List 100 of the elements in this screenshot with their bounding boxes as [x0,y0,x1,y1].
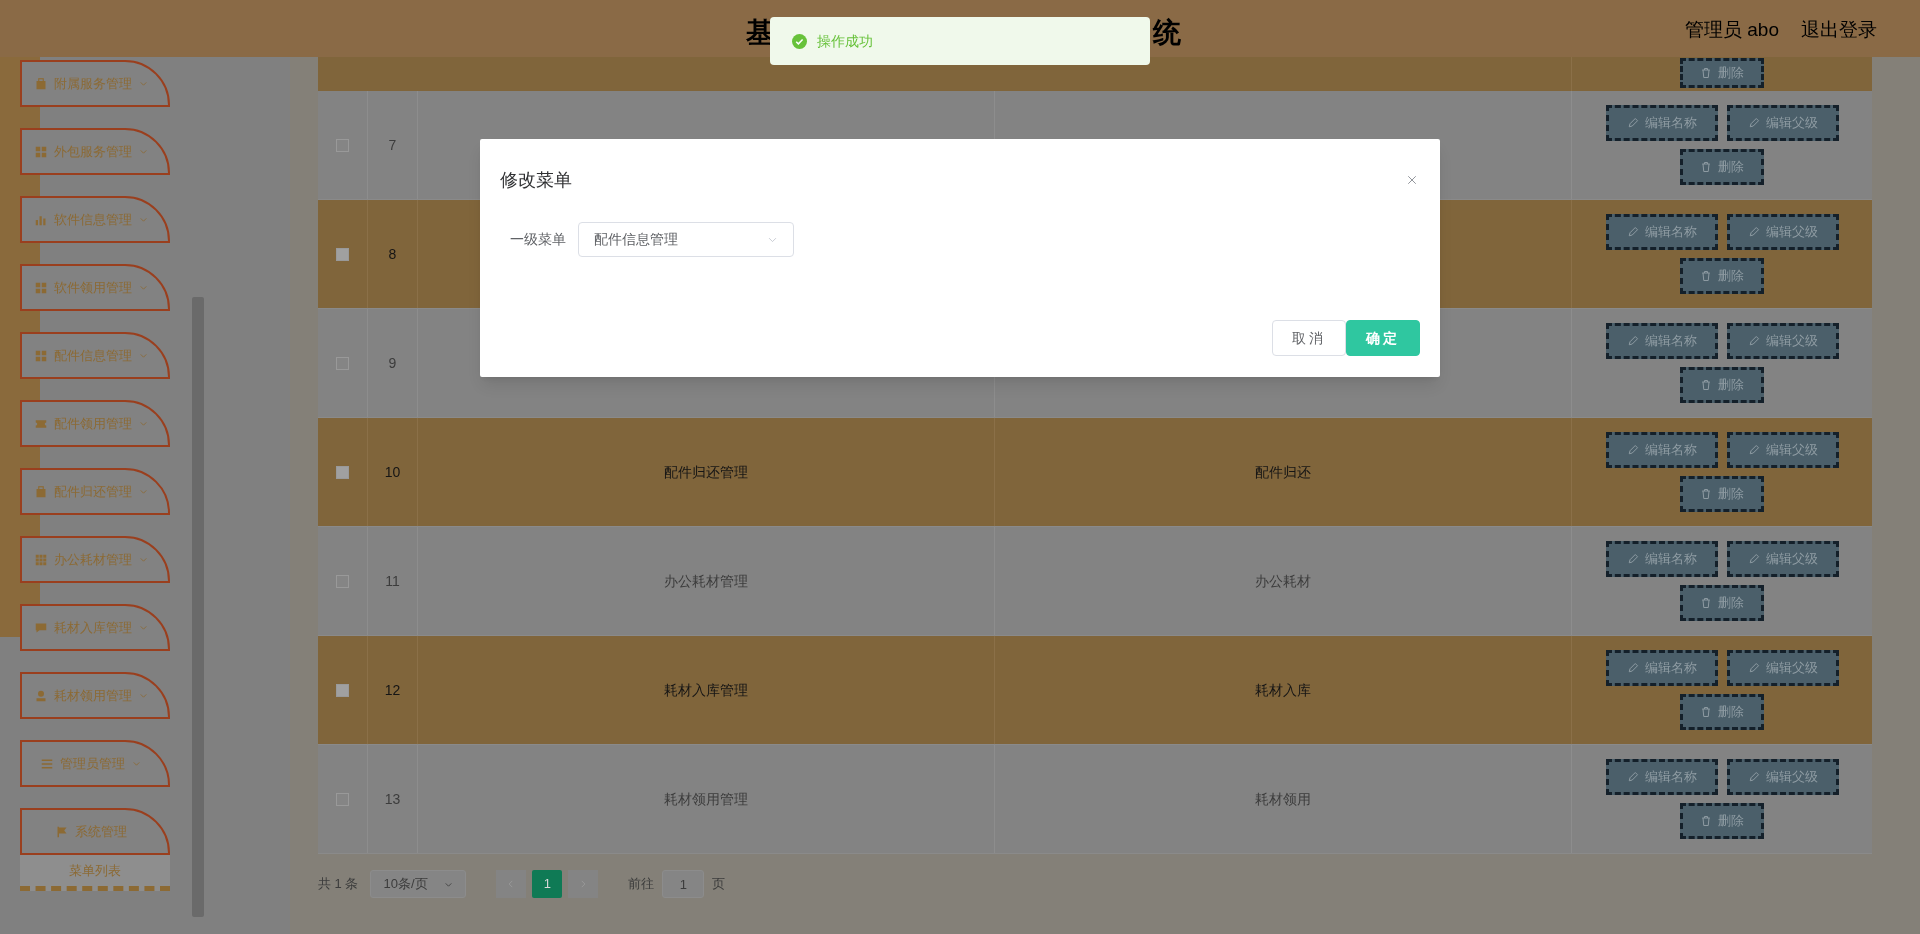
dialog-title: 修改菜单 [500,168,572,192]
sidebar-item[interactable]: 软件信息管理 [20,196,170,243]
trash-icon [1700,270,1712,282]
field-label: 一级菜单 [510,230,566,249]
chevron-down-icon [132,759,141,768]
sidebar-item[interactable]: 外包服务管理 [20,128,170,175]
table-cell-text: 耗材领用 [1255,789,1311,809]
cancel-button[interactable]: 取消 [1272,320,1346,356]
edit-button[interactable]: 编辑名称 [1605,759,1718,795]
sidebar-footer[interactable]: 菜单列表 [20,855,170,891]
trash-icon [1700,488,1712,500]
pencil-icon [1626,444,1639,456]
delete-button[interactable]: 删除 [1680,803,1764,839]
sidebar-item[interactable]: 系统管理 [20,808,170,855]
sidebar-item[interactable]: 配件归还管理 [20,468,170,515]
table-cell-text: 8 [388,244,397,264]
trash-icon [1700,67,1712,79]
row-checkbox[interactable] [336,465,349,479]
pencil-icon [1747,553,1760,565]
grid-icon [34,349,47,362]
edit-button[interactable]: 编辑父级 [1726,432,1839,468]
delete-button[interactable]: 删除 [1680,585,1764,621]
chevron-down-icon [138,351,148,360]
edit-button[interactable]: 编辑父级 [1726,541,1839,577]
sidebar-item[interactable]: 软件领用管理 [20,264,170,311]
row-checkbox[interactable] [336,247,349,261]
bag-icon [34,77,47,90]
ticket-icon [34,417,47,430]
pencil-icon [1626,226,1639,238]
total-count: 共 1 条 [318,875,359,894]
delete-button[interactable]: 删除 [1680,149,1764,185]
parent-menu-select[interactable]: 配件信息管理 [578,222,794,257]
table-cell-text: 耗材入库管理 [664,680,748,700]
trash-icon [1700,815,1712,827]
table-cell-text: 9 [388,353,397,373]
table-cell-text: 配件归还 [1255,462,1311,482]
chevron-down-icon [138,555,148,564]
delete-button[interactable]: 删除 [1680,258,1764,294]
edit-button[interactable]: 编辑父级 [1726,323,1839,359]
check-circle-icon [792,33,807,49]
edit-button[interactable]: 编辑父级 [1726,650,1839,686]
pencil-icon [1626,335,1639,347]
chevron-down-icon [138,487,148,496]
edit-button[interactable]: 编辑父级 [1726,105,1839,141]
page-button[interactable]: 1 [532,870,563,898]
pencil-icon [1626,117,1639,129]
grid-icon [34,145,47,158]
row-checkbox[interactable] [336,683,349,697]
table-cell-text: 耗材领用管理 [664,789,748,809]
chevron-down-icon [138,623,148,632]
chevron-down-icon [138,419,148,428]
chevron-down-icon [138,79,148,88]
table-cell-text: 12 [384,680,401,700]
goto-suffix: 页 [712,875,726,894]
pencil-icon [1747,226,1760,238]
delete-button[interactable]: 删除 [1680,694,1764,730]
edit-button[interactable]: 编辑名称 [1605,541,1718,577]
edit-button[interactable]: 编辑名称 [1605,323,1718,359]
logout-link[interactable]: 退出登录 [1801,16,1877,45]
sidebar-item[interactable]: 配件信息管理 [20,332,170,379]
trash-icon [1700,706,1712,718]
confirm-button[interactable]: 确定 [1346,320,1420,356]
page-size-select[interactable]: 10条/页 [370,870,467,898]
table-cell-text: 10 [384,462,401,482]
edit-button[interactable]: 编辑名称 [1605,214,1718,250]
window-title: 统 [1153,16,1181,50]
edit-button[interactable]: 编辑名称 [1605,105,1718,141]
previous-page-button[interactable] [496,870,527,898]
page-input[interactable]: 1 [662,870,705,898]
delete-button[interactable]: 删除 [1680,476,1764,512]
pencil-icon [1626,771,1639,783]
pencil-icon [1747,771,1760,783]
pencil-icon [1747,117,1760,129]
delete-button[interactable]: 删除 [1680,58,1764,88]
table-cell-text: 7 [388,135,397,155]
sidebar-item[interactable]: 耗材领用管理 [20,672,170,719]
sidebar-item[interactable]: 附属服务管理 [20,60,170,107]
edit-button[interactable]: 编辑父级 [1726,214,1839,250]
sidebar-item[interactable]: 办公耗材管理 [20,536,170,583]
user-label: 管理员 abo [1685,18,1779,42]
grid-icon [34,553,47,566]
sidebar-item[interactable]: 配件领用管理 [20,400,170,447]
chevron-down-icon [138,691,148,700]
table-cell-text: 11 [385,571,400,591]
next-page-button[interactable] [568,870,599,898]
edit-button[interactable]: 编辑名称 [1605,432,1718,468]
sidebar-item[interactable]: 耗材入库管理 [20,604,170,651]
delete-button[interactable]: 删除 [1680,367,1764,403]
sidebar-item[interactable]: 管理员管理 [20,740,170,787]
bar-chart-icon [34,213,47,226]
pencil-icon [1747,335,1760,347]
edit-button[interactable]: 编辑名称 [1605,650,1718,686]
chevron-down-icon [138,147,148,156]
pencil-icon [1626,662,1639,674]
goto-label: 前往 [628,875,655,894]
edit-button[interactable]: 编辑父级 [1726,759,1839,795]
pencil-icon [1626,553,1639,565]
chevron-down-icon [138,283,148,292]
bag-icon [34,485,47,498]
chat-icon [34,621,47,634]
